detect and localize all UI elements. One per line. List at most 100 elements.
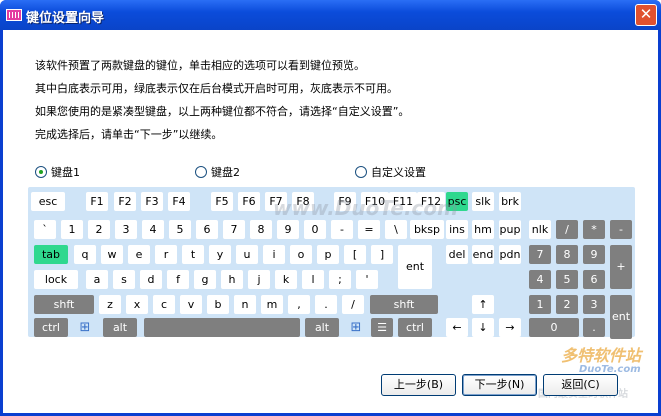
key-d: d: [140, 270, 162, 289]
key-x: x: [126, 295, 148, 314]
key-num-divide: /: [556, 220, 578, 239]
key-o: o: [290, 245, 312, 264]
instruction-line: 该软件预置了两款键盘的键位，单击相应的选项可以看到键位预览。: [35, 59, 365, 72]
key-num4: 4: [529, 270, 551, 289]
key-f6: F6: [238, 192, 260, 211]
instruction-line: 其中白底表示可用，绿底表示仅在后台模式开启时可用，灰底表示不可用。: [35, 82, 398, 95]
key-num-multiply: *: [583, 220, 605, 239]
key-arrow-down: ↓: [472, 318, 494, 337]
key-w: w: [101, 245, 123, 264]
key-rctrl: ctrl: [398, 318, 432, 337]
key-num7: 7: [529, 245, 551, 264]
key-h: h: [221, 270, 243, 289]
key-arrow-right: →: [499, 318, 521, 337]
key-lwin-icon: ⊞: [74, 318, 96, 337]
watermark-brand: 多特软件站: [561, 346, 642, 365]
close-icon: ✕: [639, 5, 653, 23]
radio-label: 键盘2: [211, 166, 240, 179]
key-ralt: alt: [305, 318, 339, 337]
key-g: g: [194, 270, 216, 289]
radio-dot[interactable]: [355, 166, 367, 178]
wizard-body: 该软件预置了两款键盘的键位，单击相应的选项可以看到键位预览。 其中白底表示可用，…: [3, 30, 658, 413]
key-c: c: [153, 295, 175, 314]
key-rwin-icon: ⊞: [345, 318, 367, 337]
key-home: hm: [472, 220, 494, 239]
key-f2: F2: [114, 192, 136, 211]
key-0: 0: [304, 220, 326, 239]
key-rshift: shft: [370, 295, 438, 314]
radio-label: 自定义设置: [371, 166, 426, 179]
key-backtick: `: [34, 220, 56, 239]
key-num8: 8: [556, 245, 578, 264]
key-6: 6: [196, 220, 218, 239]
wizard-window: 键位设置向导 ✕ 该软件预置了两款键盘的键位，单击相应的选项可以看到键位预览。 …: [0, 0, 661, 416]
key-e: e: [128, 245, 150, 264]
key-s: s: [113, 270, 135, 289]
key-quote: ': [356, 270, 378, 289]
key-7: 7: [223, 220, 245, 239]
key-f: f: [167, 270, 189, 289]
key-q: q: [74, 245, 96, 264]
radio-dot-checked[interactable]: [35, 166, 47, 178]
close-button[interactable]: ✕: [635, 4, 657, 26]
key-slash: /: [342, 295, 364, 314]
key-2: 2: [88, 220, 110, 239]
key-arrow-left: ←: [446, 318, 468, 337]
key-ins: ins: [446, 220, 468, 239]
key-comma: ,: [288, 295, 310, 314]
key-num-enter: ent: [610, 295, 632, 339]
key-bksp: bksp: [410, 220, 444, 239]
key-space: [144, 318, 300, 337]
key-p: p: [317, 245, 339, 264]
title-bar[interactable]: 键位设置向导 ✕: [0, 0, 661, 30]
key-5: 5: [169, 220, 191, 239]
key-pgdn: pdn: [499, 245, 521, 264]
key-a: a: [86, 270, 108, 289]
key-num-minus: -: [610, 220, 632, 239]
key-num0: 0: [529, 318, 579, 337]
key-rbracket: ]: [371, 245, 393, 264]
key-lshift: shft: [34, 295, 94, 314]
next-button[interactable]: 下一步(N): [462, 374, 537, 396]
key-i: i: [263, 245, 285, 264]
key-num9: 9: [583, 245, 605, 264]
key-esc: esc: [31, 192, 65, 211]
radio-keyboard1[interactable]: 键盘1: [35, 164, 80, 180]
key-menu-icon: ☰: [371, 318, 393, 337]
key-z: z: [99, 295, 121, 314]
key-b: b: [207, 295, 229, 314]
key-num3: 3: [583, 295, 605, 314]
app-keyboard-icon: [6, 9, 22, 21]
window-title: 键位设置向导: [26, 11, 105, 26]
key-r: r: [155, 245, 177, 264]
instruction-line: 如果您使用的是紧凑型键盘，以上两种键位都不符合，请选择“自定义设置”。: [35, 105, 410, 118]
key-num1: 1: [529, 295, 551, 314]
key-lbracket: [: [344, 245, 366, 264]
radio-keyboard2[interactable]: 键盘2: [195, 164, 240, 180]
radio-custom[interactable]: 自定义设置: [355, 164, 426, 180]
key-m: m: [261, 295, 283, 314]
radio-dot[interactable]: [195, 166, 207, 178]
key-j: j: [248, 270, 270, 289]
key-3: 3: [115, 220, 137, 239]
key-lctrl: ctrl: [34, 318, 68, 337]
key-4: 4: [142, 220, 164, 239]
key-u: u: [236, 245, 258, 264]
key-lalt: alt: [103, 318, 137, 337]
key-backslash: \: [385, 220, 407, 239]
instruction-line: 完成选择后，请单击“下一步”以继续。: [35, 128, 223, 141]
key-num-plus: +: [610, 245, 632, 289]
back-button[interactable]: 上一步(B): [381, 374, 456, 396]
key-f4: F4: [168, 192, 190, 211]
cancel-button[interactable]: 返回(C): [543, 374, 618, 396]
key-period: .: [315, 295, 337, 314]
key-y: y: [209, 245, 231, 264]
key-num-decimal: .: [583, 318, 605, 337]
key-capslock: lock: [34, 270, 78, 289]
key-num2: 2: [556, 295, 578, 314]
key-del: del: [446, 245, 468, 264]
key-tab: tab: [34, 245, 68, 264]
key-num5: 5: [556, 270, 578, 289]
key-f3: F3: [141, 192, 163, 211]
key-v: v: [180, 295, 202, 314]
